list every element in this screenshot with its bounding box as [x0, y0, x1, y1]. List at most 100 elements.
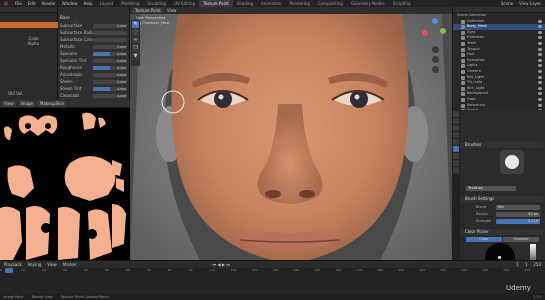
y-axis-icon[interactable]	[440, 28, 446, 34]
texture-tab-icon[interactable]	[453, 167, 459, 173]
gradient-tab[interactable]: Gradient	[503, 237, 539, 242]
brushes-section-header[interactable]: Brushes	[461, 142, 543, 148]
viewport-view-menu[interactable]: View	[167, 8, 177, 13]
brush-name-field[interactable]: TexDraw	[466, 186, 516, 191]
pan-icon[interactable]	[432, 56, 439, 63]
bsdf-input-row[interactable]: Subsurface Color	[60, 37, 127, 42]
eye-visibility-icon[interactable]	[538, 36, 542, 40]
eye-visibility-icon[interactable]	[538, 81, 542, 85]
tab-rendering[interactable]: Rendering	[285, 0, 313, 7]
color-tab[interactable]: Color	[466, 237, 502, 242]
eye-visibility-icon[interactable]	[538, 53, 542, 57]
eye-visibility-icon[interactable]	[538, 86, 542, 90]
color-picker-header[interactable]: Color Picker	[461, 229, 543, 235]
eye-visibility-icon[interactable]	[538, 25, 542, 29]
playback-menu[interactable]: Playback	[4, 262, 22, 267]
bsdf-input-slider[interactable]: 0.500	[93, 65, 127, 70]
tab-geometry-nodes[interactable]: Geometry Nodes	[347, 0, 389, 7]
bsdf-input-slider[interactable]: 0.000	[93, 58, 127, 63]
timeline-ruler[interactable]: 0 10 20 30 40 50 60 70 80 90 100 110 120 130 140 150 160…	[0, 268, 545, 274]
bsdf-input-slider[interactable]: 0.000	[93, 23, 127, 28]
bsdf-input-row[interactable]: Specular Tint 0.000	[60, 58, 127, 63]
draw-brush-icon[interactable]: ✎	[132, 21, 139, 28]
eye-visibility-icon[interactable]	[538, 103, 542, 107]
smear-brush-icon[interactable]: ≈	[132, 37, 139, 44]
eye-visibility-icon[interactable]	[538, 75, 542, 79]
end-frame-field[interactable]: 250	[533, 262, 545, 267]
radius-field[interactable]: 50 px	[496, 212, 540, 217]
tab-sculpting[interactable]: Sculpting	[143, 0, 170, 7]
timeline-playhead[interactable]	[5, 268, 13, 273]
tab-modeling[interactable]: Modeling	[117, 0, 143, 7]
mode-selector[interactable]: Texture Paint	[133, 8, 163, 13]
scene-tab-icon[interactable]	[453, 132, 459, 138]
3d-viewport[interactable]	[130, 14, 452, 260]
image-menu[interactable]: Image	[18, 100, 36, 107]
strength-slider[interactable]: 0.119	[496, 219, 540, 224]
bsdf-input-slider[interactable]: 0.000	[93, 44, 127, 49]
eye-visibility-icon[interactable]	[538, 64, 542, 68]
fill-brush-icon[interactable]: ▼	[132, 53, 139, 60]
bsdf-input-row[interactable]: Metallic 0.000	[60, 44, 127, 49]
image-texture-node-header[interactable]	[0, 22, 58, 28]
x-axis-icon[interactable]	[422, 30, 428, 36]
playback-controls[interactable]: ⏮ ◀ ▶ ⏭	[213, 262, 230, 267]
bsdf-input-slider[interactable]	[93, 30, 127, 35]
image-view-menu[interactable]: View	[2, 100, 16, 107]
start-frame-field[interactable]: 1	[525, 262, 528, 267]
tab-layout[interactable]: Layout	[96, 0, 118, 7]
material-tab-icon[interactable]	[453, 160, 459, 166]
bsdf-input-row[interactable]: Clearcoat 0.000	[60, 93, 127, 98]
z-axis-icon[interactable]	[432, 18, 438, 24]
menu-help[interactable]: Help	[80, 0, 95, 7]
scene-selector[interactable]: Scene	[501, 1, 513, 6]
keying-menu[interactable]: Keying	[28, 262, 41, 267]
bsdf-input-slider[interactable]: 0.000	[93, 72, 127, 77]
bsdf-input-row[interactable]: Sheen 0.000	[60, 79, 127, 84]
bsdf-input-slider[interactable]: 0.000	[93, 79, 127, 84]
bsdf-input-row[interactable]: Subsurface 0.000	[60, 23, 127, 28]
bsdf-input-row[interactable]: Roughness 0.500	[60, 65, 127, 70]
modifier-tab-icon[interactable]	[453, 153, 459, 159]
bsdf-input-slider[interactable]: 0.500	[93, 51, 127, 56]
tab-uv-editing[interactable]: UV Editing	[170, 0, 199, 7]
brush-settings-header[interactable]: Brush Settings	[461, 196, 543, 202]
soften-brush-icon[interactable]: ◌	[132, 29, 139, 36]
tool-tab-icon[interactable]	[453, 111, 459, 117]
bsdf-input-slider[interactable]: 0.000	[93, 93, 127, 98]
bsdf-input-slider[interactable]: 0.500	[93, 86, 127, 91]
camera-view-icon[interactable]	[432, 66, 439, 73]
eye-visibility-icon[interactable]	[538, 47, 542, 51]
uv-texture-canvas[interactable]	[0, 108, 130, 260]
timeline-view-menu[interactable]: View	[47, 262, 57, 267]
tab-compositing[interactable]: Compositing	[314, 0, 347, 7]
blender-logo-icon[interactable]: ◎	[2, 1, 10, 7]
tab-animation[interactable]: Animation	[257, 0, 285, 7]
bsdf-input-row[interactable]: Sheen Tint 0.500	[60, 86, 127, 91]
brush-preview-tile[interactable]	[500, 150, 524, 174]
current-frame-field[interactable]: 1	[516, 262, 519, 267]
eye-visibility-icon[interactable]	[538, 92, 542, 96]
tab-scripting[interactable]: Scripting	[389, 0, 415, 7]
color-wheel-cursor[interactable]	[498, 256, 501, 259]
bsdf-input-row[interactable]: Anisotropic 0.000	[60, 72, 127, 77]
eye-visibility-icon[interactable]	[538, 69, 542, 73]
image-datablock-selector[interactable]: MakeupSkin	[38, 100, 67, 107]
tab-texture-paint[interactable]: Texture Paint	[198, 0, 233, 7]
bsdf-input-slider[interactable]	[93, 37, 127, 42]
clone-brush-icon[interactable]: ❐	[132, 45, 139, 52]
menu-window[interactable]: Window	[59, 0, 81, 7]
tab-shading[interactable]: Shading	[233, 0, 257, 7]
menu-file[interactable]: File	[12, 0, 25, 7]
world-tab-icon[interactable]	[453, 139, 459, 145]
output-tab-icon[interactable]	[453, 125, 459, 131]
bsdf-input-row[interactable]: Subsurface Radius	[60, 30, 127, 35]
zoom-icon[interactable]	[432, 46, 439, 53]
bsdf-input-row[interactable]: Specular 0.500	[60, 51, 127, 56]
eye-visibility-icon[interactable]	[538, 41, 542, 45]
menu-edit[interactable]: Edit	[25, 0, 39, 7]
view-layer-selector[interactable]: View Layer	[519, 1, 541, 6]
render-tab-icon[interactable]	[453, 118, 459, 124]
object-tab-icon[interactable]	[453, 146, 459, 152]
blend-dropdown[interactable]: Mix	[496, 205, 540, 210]
